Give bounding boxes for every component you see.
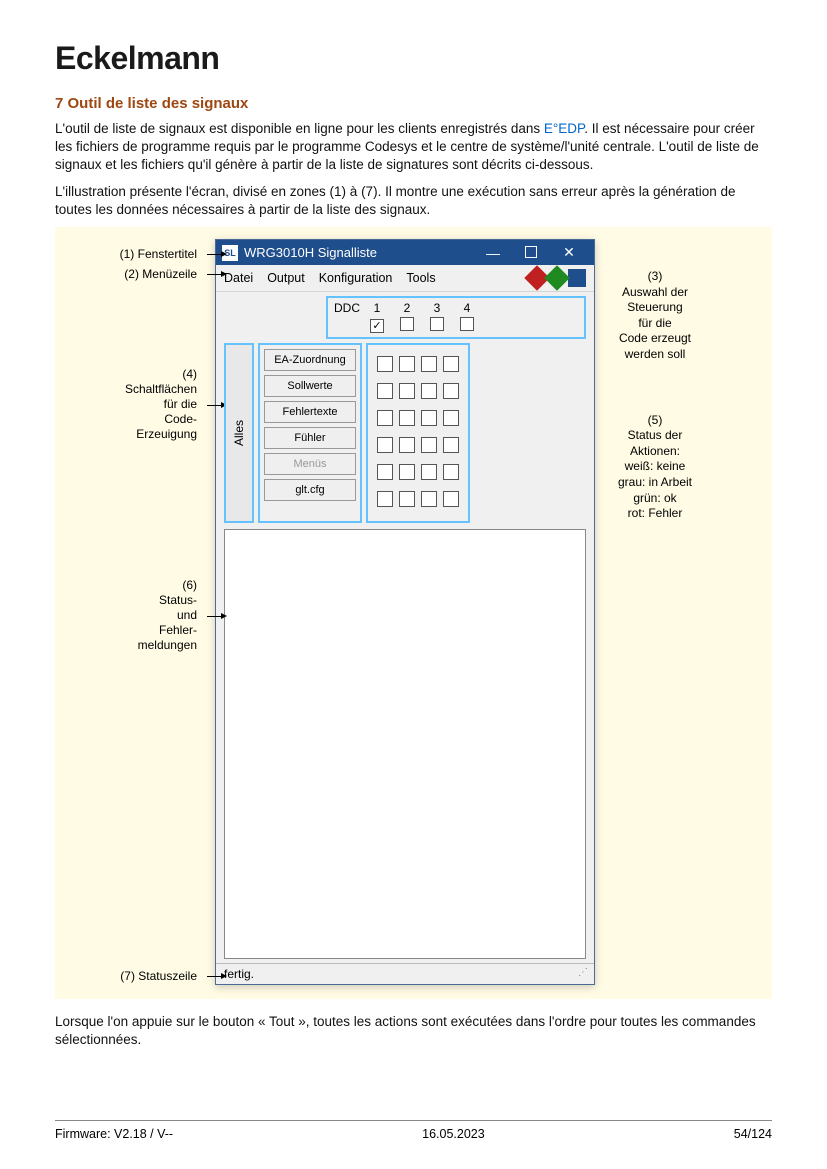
ddc-label: DDC: [332, 300, 362, 316]
btn-fuehler[interactable]: Fühler: [264, 427, 356, 449]
status-box: [399, 491, 415, 507]
status-box: [421, 464, 437, 480]
status-box: [443, 383, 459, 399]
diamond-icons: [528, 269, 586, 287]
status-box: [443, 491, 459, 507]
status-text: fertig.: [224, 967, 254, 981]
ddc-selector: DDC 1 2 3 4 ✓: [326, 296, 586, 339]
status-box: [421, 356, 437, 372]
footer-firmware: Firmware: V2.18 / V--: [55, 1127, 173, 1141]
ddc-col-4: 4: [452, 300, 482, 316]
label-7: (7) Statuszeile: [65, 969, 205, 983]
figure-container: (1) Fenstertitel (2) Menüzeile (4) Schal…: [55, 227, 772, 999]
square-blue-icon: [568, 269, 586, 287]
menu-tools[interactable]: Tools: [406, 271, 435, 285]
menu-konfiguration[interactable]: Konfiguration: [319, 271, 393, 285]
menu-output[interactable]: Output: [267, 271, 305, 285]
status-box: [443, 437, 459, 453]
btn-ea-zuordnung[interactable]: EA-Zuordnung: [264, 349, 356, 371]
action-buttons: EA-Zuordnung Sollwerte Fehlertexte Fühle…: [258, 343, 362, 523]
status-grid: [366, 343, 470, 523]
footer-date: 16.05.2023: [422, 1127, 485, 1141]
status-box: [377, 464, 393, 480]
log-area[interactable]: [224, 529, 586, 959]
btn-fehlertexte[interactable]: Fehlertexte: [264, 401, 356, 423]
status-box: [421, 437, 437, 453]
paragraph-1: L'outil de liste de signaux est disponib…: [55, 120, 772, 175]
diamond-green-icon: [544, 265, 569, 290]
ddc-checkbox-3[interactable]: [430, 317, 444, 331]
ddc-col-1: 1: [362, 300, 392, 316]
footer-page: 54/124: [734, 1127, 772, 1141]
btn-gltcfg[interactable]: glt.cfg: [264, 479, 356, 501]
app-window: SL WRG3010H Signalliste — ✕ Datei Output…: [215, 239, 595, 985]
titlebar: SL WRG3010H Signalliste — ✕: [216, 240, 594, 265]
status-box: [443, 410, 459, 426]
ddc-checkbox-1[interactable]: ✓: [370, 319, 384, 333]
left-annotations: (1) Fenstertitel (2) Menüzeile (4) Schal…: [65, 239, 205, 989]
menu-datei[interactable]: Datei: [224, 271, 253, 285]
status-box: [377, 356, 393, 372]
link-eedp[interactable]: E°EDP: [544, 121, 584, 136]
label-1: (1) Fenstertitel: [65, 247, 205, 261]
ddc-col-2: 2: [392, 300, 422, 316]
status-box: [399, 383, 415, 399]
label-4: (4) Schaltflächen für die Code- Erzeuigu…: [65, 367, 205, 442]
status-box: [399, 410, 415, 426]
alles-button[interactable]: Alles: [224, 343, 254, 523]
para1-a: L'outil de liste de signaux est disponib…: [55, 121, 544, 136]
status-box: [399, 356, 415, 372]
btn-sollwerte[interactable]: Sollwerte: [264, 375, 356, 397]
label-2: (2) Menüzeile: [65, 267, 205, 281]
paragraph-after-figure: Lorsque l'on appuie sur le bouton « Tout…: [55, 1013, 772, 1049]
menubar: Datei Output Konfiguration Tools: [216, 265, 594, 292]
btn-menues[interactable]: Menüs: [264, 453, 356, 475]
status-box: [377, 491, 393, 507]
status-box: [377, 437, 393, 453]
status-box: [377, 383, 393, 399]
status-box: [399, 437, 415, 453]
minimize-button[interactable]: —: [474, 245, 512, 261]
resize-grip-icon[interactable]: ⋰: [578, 967, 586, 981]
section-title: 7 Outil de liste des signaux: [55, 95, 772, 112]
maximize-button[interactable]: [512, 245, 550, 261]
status-box: [443, 464, 459, 480]
label-5: (5) Status der Aktionen: weiß: keine gra…: [605, 413, 705, 522]
status-box: [399, 464, 415, 480]
status-box: [421, 410, 437, 426]
status-box: [421, 491, 437, 507]
right-annotations: (3) Auswahl der Steuerung für die Code e…: [605, 239, 705, 572]
status-box: [377, 410, 393, 426]
close-button[interactable]: ✕: [550, 244, 588, 261]
label-6: (6) Status- und Fehler- meldungen: [65, 578, 205, 653]
brand-logo: Eckelmann: [55, 40, 772, 77]
status-box: [443, 356, 459, 372]
page-footer: Firmware: V2.18 / V-- 16.05.2023 54/124: [55, 1120, 772, 1141]
label-3: (3) Auswahl der Steuerung für die Code e…: [605, 269, 705, 363]
statusbar: fertig. ⋰: [216, 963, 594, 984]
status-box: [421, 383, 437, 399]
ddc-checkbox-2[interactable]: [400, 317, 414, 331]
ddc-col-3: 3: [422, 300, 452, 316]
paragraph-2: L'illustration présente l'écran, divisé …: [55, 183, 772, 219]
ddc-checkbox-4[interactable]: [460, 317, 474, 331]
window-title: WRG3010H Signalliste: [244, 245, 377, 260]
